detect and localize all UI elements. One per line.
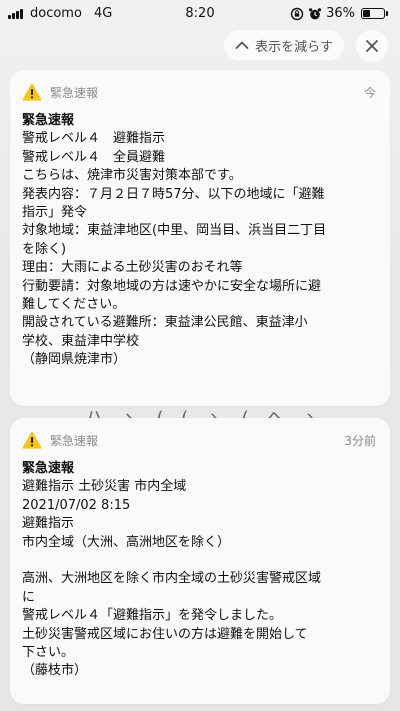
notification-line: 市内全域（大洲、高洲地区を除く） <box>22 534 231 550</box>
notification-line: 2021/07/02 8:15 <box>22 497 131 513</box>
notification-line: こちらは、焼津市災害対策本部です。 <box>22 168 242 184</box>
chevron-up-icon <box>235 41 249 49</box>
show-less-label: 表示を減らす <box>255 39 333 55</box>
notification-line: 理由：大雨による土砂災害のおそれ等 <box>22 260 243 276</box>
status-bar: docomo 4G 8:20 36% <box>0 0 400 28</box>
notification-line: 指示」発令 <box>22 205 88 221</box>
battery-level-fill <box>363 10 370 17</box>
notification-line: 高洲、大洲地区を除く市内全域の土砂災害警戒区域 <box>22 571 322 587</box>
notification-header: 緊急速報 3分前 <box>22 430 376 450</box>
notification-line: 避難指示 <box>22 516 75 532</box>
notification-header: 緊急速報 今 <box>22 82 376 102</box>
orientation-lock-icon <box>290 7 304 20</box>
notification-line <box>22 552 380 570</box>
notification-line: 警戒レベル４ 全員避難 <box>22 149 166 165</box>
close-button[interactable] <box>356 30 388 62</box>
battery-tip <box>386 11 388 16</box>
notification-line: （静岡県焼津市） <box>22 352 127 368</box>
status-right: 36% <box>290 6 388 21</box>
battery-percent: 36% <box>326 6 355 21</box>
notification-line: 発表内容：７月２日７時57分、以下の地域に「避難 <box>22 186 325 202</box>
notification-line: 下さい。 <box>22 645 75 661</box>
notification-card[interactable]: 緊急速報 今 緊急速報 警戒レベル４ 避難指示 警戒レベル４ 全員避難 こちらは… <box>10 70 390 406</box>
notification-line: 警戒レベル４「避難指示」を発令しました。 <box>22 608 283 624</box>
warning-icon <box>22 83 42 101</box>
notification-card[interactable]: 緊急速報 3分前 緊急速報 避難指示 土砂災害 市内全域 2021/07/02 … <box>10 418 390 704</box>
alarm-icon <box>309 7 322 19</box>
notification-line: 土砂災害警戒区域にお住いの方は避難を開始して <box>22 626 308 642</box>
notification-app-name: 緊急速報 <box>50 85 99 100</box>
notification-app-name: 緊急速報 <box>50 433 99 448</box>
battery-icon <box>361 8 385 19</box>
notification-title: 緊急速報 <box>22 113 75 128</box>
notification-line: 難してください。 <box>22 297 126 313</box>
notification-line: 学校、東益津中学校 <box>22 333 140 349</box>
notification-line: （藤枝市） <box>22 663 88 679</box>
notification-body: 緊急速報 警戒レベル４ 避難指示 警戒レベル４ 全員避難 こちらは、焼津市災害対… <box>22 112 380 370</box>
notification-line: 警戒レベル４ 避難指示 <box>22 131 166 147</box>
notification-line: 開設されている避難所：東益津公民館、東益津小 <box>22 315 308 331</box>
show-less-button[interactable]: 表示を減らす <box>224 30 344 60</box>
notification-line: 対象地域：東益津地区(中里、岡当目、浜当目二丁目 <box>22 223 327 239</box>
notification-time: 3分前 <box>344 433 376 448</box>
notification-title: 緊急速報 <box>22 461 75 476</box>
notification-line: 行動要請：対象地域の方は速やかに安全な場所に避 <box>22 278 322 294</box>
notification-line: 避難指示 土砂災害 市内全域 <box>22 479 187 495</box>
notification-time: 今 <box>363 85 376 100</box>
notification-line: に <box>22 589 36 605</box>
notification-line: を除く) <box>22 241 67 257</box>
warning-icon <box>22 431 42 449</box>
close-icon <box>366 40 378 52</box>
notification-body: 緊急速報 避難指示 土砂災害 市内全域 2021/07/02 8:15 避難指示… <box>22 460 380 681</box>
